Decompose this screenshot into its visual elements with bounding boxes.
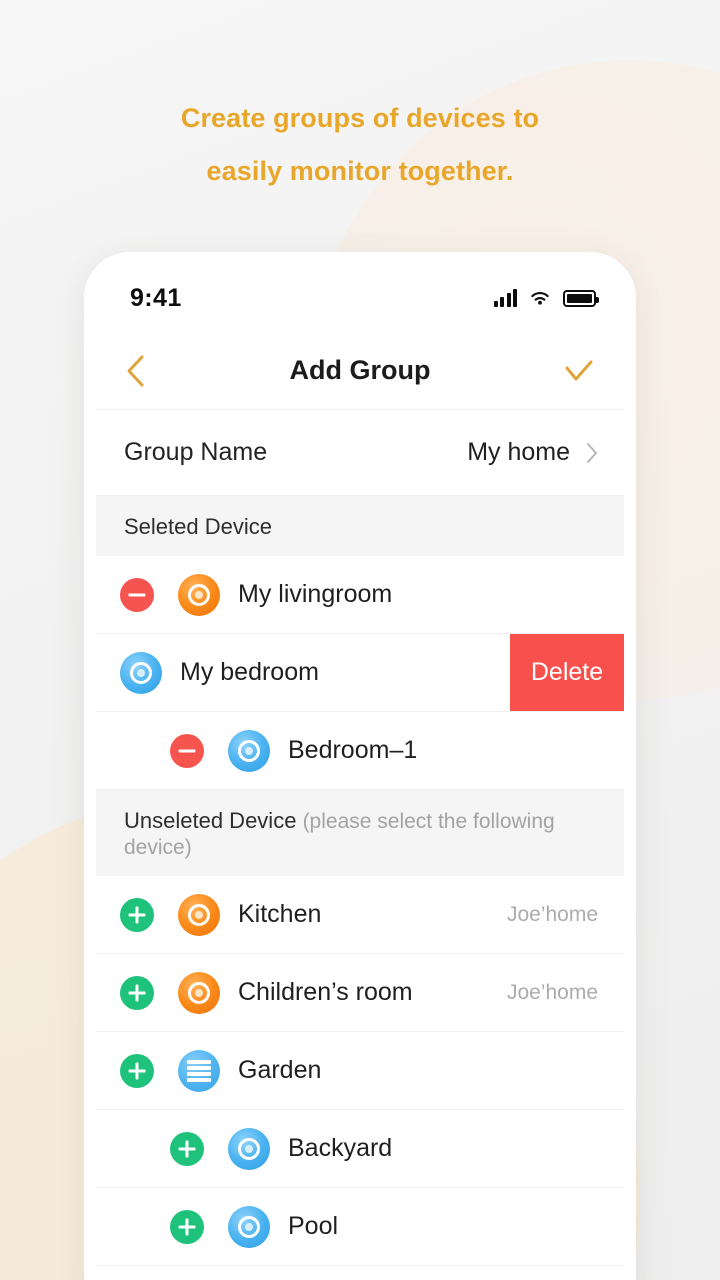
navigation-bar: Add Group — [96, 332, 624, 410]
phone-mockup: 9:41 Add Group Group Name My home Selete… — [84, 252, 636, 1280]
list-item[interactable]: Garden — [96, 1032, 624, 1110]
chevron-right-icon — [587, 442, 597, 463]
swiped-row-content: My bedroom — [96, 634, 510, 711]
group-name-row[interactable]: Group Name My home — [96, 410, 624, 496]
device-camera-blue-icon — [228, 1205, 270, 1248]
wifi-icon — [531, 292, 549, 305]
battery-full-icon — [563, 289, 599, 307]
phone-screen: 9:41 Add Group Group Name My home Selete… — [96, 264, 624, 1280]
device-name: Children’s room — [238, 978, 413, 1006]
status-bar-icons — [493, 289, 599, 307]
device-owner: Joe’home — [506, 902, 598, 926]
status-bar-time: 9:41 — [130, 283, 182, 312]
list-item[interactable]: Bath1 — [96, 1266, 624, 1280]
list-item[interactable]: My livingroom — [96, 556, 624, 634]
group-name-value: My home — [467, 438, 570, 466]
list-item[interactable]: Kitchen Joe’home — [96, 876, 624, 954]
selected-device-list: My livingroom My bedroom Delete Bedroom–… — [96, 556, 624, 790]
delete-button[interactable]: Delete — [510, 634, 624, 711]
add-device-button[interactable] — [120, 897, 154, 932]
add-device-button[interactable] — [170, 1131, 204, 1166]
promo-headline-line-2: easily monitor together. — [206, 156, 514, 186]
device-name: My bedroom — [180, 658, 319, 686]
list-item-swiped[interactable]: My bedroom Delete — [96, 634, 624, 712]
device-hub-blue-icon — [178, 1049, 220, 1092]
group-name-label: Group Name — [124, 438, 268, 466]
device-name: Backyard — [288, 1134, 393, 1162]
unselected-section-header: Unseleted Device (please select the foll… — [96, 790, 624, 876]
device-name: My livingroom — [238, 580, 393, 608]
list-item[interactable]: Bedroom–1 — [96, 712, 624, 790]
unselected-section-title: Unseleted Device — [124, 808, 297, 833]
chevron-left-icon — [127, 355, 144, 386]
device-name: Garden — [238, 1056, 322, 1084]
promo-headline-line-1: Create groups of devices to — [180, 103, 540, 133]
list-item[interactable]: Children’s room Joe’home — [96, 954, 624, 1032]
status-bar: 9:41 — [96, 264, 624, 332]
add-device-button[interactable] — [120, 1053, 154, 1088]
checkmark-icon — [565, 360, 593, 380]
add-device-button[interactable] — [120, 975, 154, 1010]
unselected-device-list: Kitchen Joe’home Children’s room Joe’hom… — [96, 876, 624, 1280]
device-camera-blue-icon — [228, 1127, 270, 1170]
remove-device-button[interactable] — [170, 733, 204, 768]
device-owner: Joe’home — [506, 980, 598, 1004]
add-device-button[interactable] — [170, 1209, 204, 1244]
device-camera-orange-icon — [178, 893, 220, 936]
cellular-signal-icon — [493, 289, 517, 307]
device-name: Kitchen — [238, 900, 322, 928]
remove-device-button[interactable] — [120, 577, 154, 612]
device-name: Pool — [288, 1212, 339, 1240]
device-name: Bedroom–1 — [288, 736, 418, 764]
selected-section-title: Seleted Device — [124, 514, 272, 539]
back-button[interactable] — [124, 354, 146, 388]
selected-section-header: Seleted Device — [96, 496, 624, 556]
confirm-button[interactable] — [564, 358, 594, 384]
promo-headline: Create groups of devices to easily monit… — [0, 92, 720, 198]
device-camera-orange-icon — [178, 971, 220, 1014]
device-camera-blue-icon — [120, 651, 162, 694]
device-camera-orange-icon — [178, 573, 220, 616]
list-item[interactable]: Pool — [96, 1188, 624, 1266]
list-item[interactable]: Backyard — [96, 1110, 624, 1188]
device-camera-blue-icon — [228, 729, 270, 772]
page-title: Add Group — [289, 355, 431, 385]
